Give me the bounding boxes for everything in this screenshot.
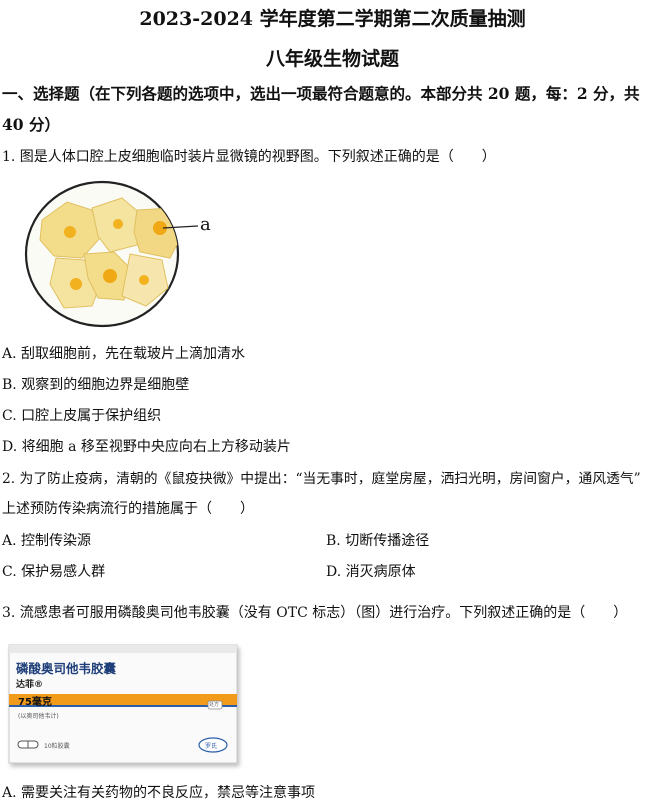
drug-count: 10粒胶囊	[44, 743, 70, 750]
drug-box-top-edge	[9, 645, 237, 653]
q1-option-a: A. 刮取细胞前，先在载玻片上滴加清水	[2, 346, 246, 362]
q2-stem-line2: 上述预防传染病流行的措施属于（ ）	[2, 501, 254, 517]
q2-option-b: B. 切断传播途径	[326, 533, 430, 549]
q1-option-b: B. 观察到的细胞边界是细胞壁	[2, 377, 190, 393]
exam-page: 2023-2024 学年度第二学期第二次质量抽测 八年级生物试题 一、选择题（在…	[0, 0, 665, 801]
section-heading-line2: 40 分）	[2, 115, 60, 134]
microscope-field-figure	[24, 180, 199, 328]
q3-stem: 3. 流感患者可服用磷酸奥司他韦胶囊（没有 OTC 标志）（图）进行治疗。下列叙…	[2, 605, 628, 621]
drug-dose: 75毫克	[18, 697, 52, 708]
cell-nucleus	[103, 269, 117, 283]
cell-nucleus	[113, 219, 123, 229]
drug-maker: 罗氏	[205, 743, 218, 750]
q1-stem: 1. 图是人体口腔上皮细胞临时装片显微镜的视野图。下列叙述正确的是（ ）	[2, 149, 496, 165]
exam-subtitle: 八年级生物试题	[265, 48, 399, 70]
q2-option-d: D. 消灭病原体	[326, 564, 416, 580]
q2-option-a: A. 控制传染源	[2, 533, 92, 549]
q3-option-a: A. 需要关注有关药物的不良反应，禁忌等注意事项	[2, 785, 316, 801]
cell-nucleus	[70, 278, 82, 290]
q1-option-c: C. 口腔上皮属于保护组织	[2, 408, 162, 424]
section-heading-line1: 一、选择题（在下列各题的选项中，选出一项最符合题意的。本部分共 20 题，每：2…	[2, 84, 640, 103]
q2-option-c: C. 保护易感人群	[2, 564, 106, 580]
drug-brand: 达菲®	[16, 680, 44, 690]
cell-nucleus	[64, 226, 76, 238]
figure-label-a: a	[200, 214, 211, 235]
q2-stem-line1: 2. 为了防止疫病，清朝的《鼠疫抉微》中提出：“当无事时，庭堂房屋，洒扫光明，房…	[2, 471, 641, 487]
drug-name: 磷酸奥司他韦胶囊	[16, 661, 117, 676]
drug-box-figure: 磷酸奥司他韦胶囊 达菲® 75毫克 (以奥司他韦计) 10粒胶囊 罗氏 处方	[8, 644, 240, 766]
epithelial-cells	[39, 197, 178, 309]
drug-dose-note: (以奥司他韦计)	[18, 713, 59, 720]
exam-title: 2023-2024 学年度第二学期第二次质量抽测	[139, 8, 526, 30]
drug-rx-tag: 处方	[209, 702, 220, 708]
cell-nucleus	[139, 275, 149, 285]
q1-option-d: D. 将细胞 a 移至视野中央应向右上方移动装片	[2, 439, 291, 455]
